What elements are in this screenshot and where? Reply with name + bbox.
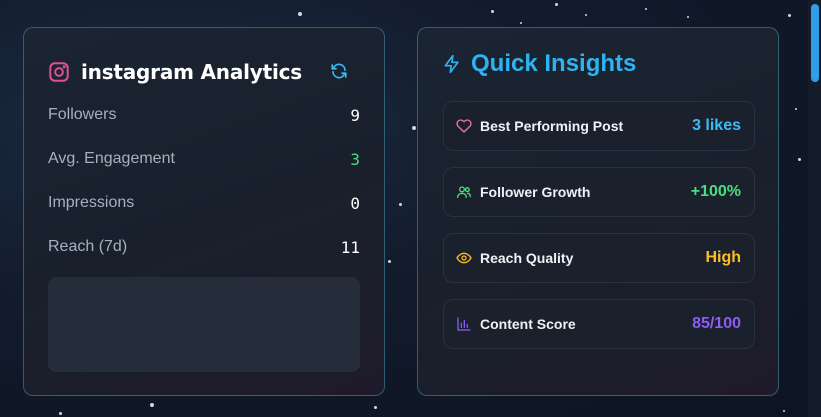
card-title: instagram Analytics	[81, 60, 303, 84]
card-header: instagram Analytics	[48, 60, 302, 84]
heart-icon	[456, 118, 472, 134]
star	[412, 126, 416, 130]
insight-value: High	[705, 249, 741, 266]
star	[374, 406, 377, 409]
star	[388, 260, 391, 263]
metric-impressions: Impressions 0	[48, 191, 360, 215]
star	[520, 22, 522, 24]
metric-label: Impressions	[48, 194, 135, 211]
star	[783, 410, 785, 412]
star	[798, 158, 801, 161]
metric-value: 11	[340, 237, 360, 257]
metric-label: Avg. Engagement	[48, 150, 175, 167]
metric-followers: Followers 9	[48, 103, 360, 127]
card-title: Quick Insights	[471, 50, 637, 77]
star	[788, 14, 791, 17]
star	[298, 12, 302, 16]
insight-value: +100%	[690, 183, 741, 200]
insight-content-score[interactable]: Content Score 85/100	[443, 299, 755, 349]
star	[585, 14, 587, 16]
users-icon	[456, 184, 472, 200]
chart-placeholder	[48, 277, 360, 372]
eye-icon	[456, 250, 472, 266]
scrollbar-track[interactable]	[808, 0, 821, 417]
insight-best-performing-post[interactable]: Best Performing Post 3 likes	[443, 101, 755, 151]
star	[795, 108, 797, 110]
star	[491, 10, 494, 13]
insight-value: 3 likes	[692, 117, 741, 134]
insight-label: Best Performing Post	[480, 118, 624, 134]
quick-insights-card: Quick Insights Best Performing Post 3 li…	[417, 27, 779, 396]
instagram-icon	[48, 61, 70, 83]
lightning-icon	[442, 53, 462, 75]
metric-avg-engagement: Avg. Engagement 3	[48, 147, 360, 171]
metric-value: 3	[350, 149, 360, 169]
insight-follower-growth[interactable]: Follower Growth +100%	[443, 167, 755, 217]
star	[399, 203, 402, 206]
star	[150, 403, 154, 407]
metric-label: Followers	[48, 106, 117, 123]
star	[555, 3, 558, 6]
instagram-analytics-card: instagram Analytics Followers 9 Avg. Eng…	[23, 27, 385, 396]
metric-reach-7d: Reach (7d) 11	[48, 235, 360, 259]
star	[687, 16, 689, 18]
insight-label: Follower Growth	[480, 184, 591, 200]
insight-label: Content Score	[480, 316, 576, 332]
metric-value: 0	[350, 193, 360, 213]
scrollbar-thumb[interactable]	[811, 4, 819, 82]
card-header: Quick Insights	[442, 50, 636, 78]
insight-reach-quality[interactable]: Reach Quality High	[443, 233, 755, 283]
metric-value: 9	[350, 105, 360, 125]
bar-chart-icon	[456, 316, 472, 332]
star	[59, 412, 62, 415]
refresh-icon[interactable]	[330, 62, 350, 82]
metric-label: Reach (7d)	[48, 238, 128, 255]
star	[645, 8, 647, 10]
insight-label: Reach Quality	[480, 250, 574, 266]
insight-value: 85/100	[692, 315, 741, 332]
